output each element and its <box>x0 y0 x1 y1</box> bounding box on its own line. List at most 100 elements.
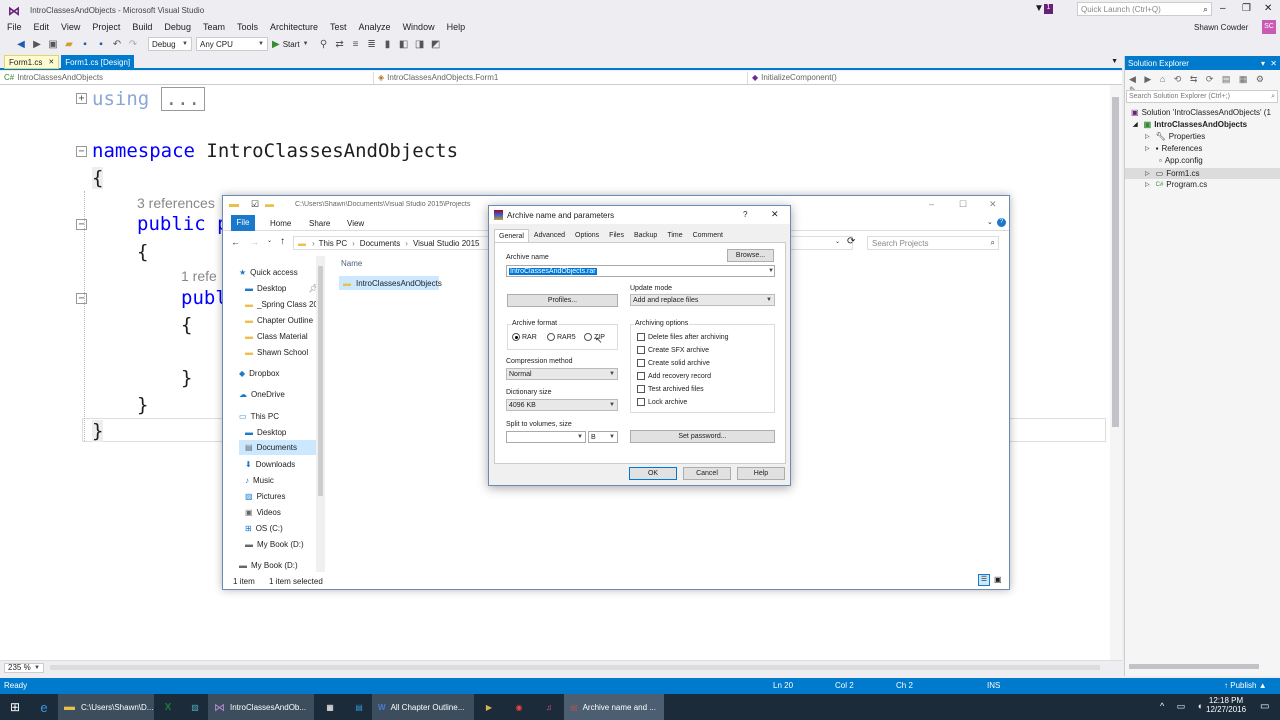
nav-class-material[interactable]: ▬ Class Material <box>245 332 308 341</box>
publish-button[interactable]: ↑ Publish ▲ <box>1224 681 1267 690</box>
expand-ribbon-icon[interactable]: ⌄ <box>987 218 993 226</box>
collapse-icon[interactable]: − <box>76 293 87 304</box>
menu-project[interactable]: Project <box>92 22 120 32</box>
tab-form1-design[interactable]: Form1.cs [Design] <box>61 55 135 69</box>
nav-videos[interactable]: ▣ Videos <box>245 508 281 517</box>
collapsed-arrow-icon[interactable]: ▷ <box>1145 133 1150 140</box>
help-button[interactable]: ? <box>743 210 747 219</box>
maximize-button[interactable]: ☐ <box>959 199 967 210</box>
uncomment-icon[interactable]: ≣ <box>365 37 379 51</box>
scrollbar-thumb[interactable] <box>318 266 323 496</box>
undo-icon[interactable]: ↶ <box>110 37 124 51</box>
start-button[interactable]: ▶ Start ▼ <box>272 39 309 50</box>
chevron-down-icon[interactable]: ⌄ <box>835 238 840 245</box>
chevron-down-icon[interactable]: ▼ <box>768 268 774 274</box>
nav-pictures[interactable]: ▨ Pictures <box>245 492 285 501</box>
scrollbar-thumb[interactable] <box>1112 97 1119 427</box>
option-recovery-record[interactable]: Add recovery record <box>637 372 711 380</box>
calculator-icon[interactable]: ▦ <box>314 694 346 720</box>
clear-bookmarks-icon[interactable]: ◩ <box>429 37 443 51</box>
compression-select[interactable]: Normal ▼ <box>506 368 618 380</box>
ribbon-tab-home[interactable]: Home <box>270 219 291 228</box>
nav-this-pc[interactable]: ▭ This PC <box>239 412 279 421</box>
nav-desktop[interactable]: ▬ Desktop 📌︎ <box>245 284 319 293</box>
nav-my-book-d[interactable]: ▬ My Book (D:) <box>245 540 304 549</box>
bookmark-icon[interactable]: ▮ <box>381 37 395 51</box>
help-icon[interactable]: ? <box>997 218 1006 227</box>
up-icon[interactable]: ↑ <box>280 236 285 247</box>
close-icon[interactable]: ✕ <box>1270 59 1277 68</box>
browser-link-icon[interactable]: ⇄ <box>333 37 347 51</box>
menu-help[interactable]: Help <box>447 22 466 32</box>
nav-shawn-school[interactable]: ▬ Shawn School <box>245 348 308 357</box>
paint-icon[interactable]: ▨ <box>182 694 208 720</box>
nav-chapter-outline[interactable]: ▬ Chapter Outline <box>245 316 313 325</box>
next-bookmark-icon[interactable]: ◧ <box>397 37 411 51</box>
tree-item-references[interactable]: ▷ ▪ References <box>1145 144 1202 153</box>
details-view-icon[interactable]: ☰ <box>978 574 990 586</box>
close-button[interactable]: ✕ <box>771 209 779 220</box>
ribbon-tab-file[interactable]: File <box>231 215 255 231</box>
archive-name-input[interactable]: IntroClassesAndObjects.rar ▼ <box>506 265 775 277</box>
large-icons-view-icon[interactable]: ▣ <box>994 575 1002 584</box>
column-header-name[interactable]: Name <box>341 259 362 268</box>
nav-downloads[interactable]: ⬇ Downloads <box>245 460 295 469</box>
menu-view[interactable]: View <box>61 22 80 32</box>
maximize-button[interactable]: ❐ <box>1242 3 1251 14</box>
chevron-down-icon[interactable]: ▼ <box>577 434 585 440</box>
start-button[interactable]: ⊞ <box>0 694 30 720</box>
menu-tools[interactable]: Tools <box>237 22 258 32</box>
collapsed-arrow-icon[interactable]: ▷ <box>1145 181 1150 188</box>
explorer-search[interactable]: Search Projects ⌕ <box>867 236 999 250</box>
platform-select[interactable]: Any CPU ▼ <box>196 37 268 51</box>
ribbon-tab-share[interactable]: Share <box>309 219 330 228</box>
tab-comment[interactable]: Comment <box>688 229 728 242</box>
tab-time[interactable]: Time <box>662 229 687 242</box>
tab-form1-cs[interactable]: Form1.cs ✕ <box>4 55 60 69</box>
split-unit-select[interactable]: B ▼ <box>588 431 618 443</box>
zoom-select[interactable]: 235 % ▼ <box>4 662 44 673</box>
cancel-button[interactable]: Cancel <box>683 467 731 480</box>
menu-build[interactable]: Build <box>132 22 152 32</box>
nav-pc-desktop[interactable]: ▬ Desktop <box>245 428 286 437</box>
project-nav-combo[interactable]: C# IntroClassesAndObjects <box>0 71 374 84</box>
menu-team[interactable]: Team <box>203 22 225 32</box>
filter-icon[interactable]: ▼ <box>1034 3 1044 14</box>
option-delete-files[interactable]: Delete files after archiving <box>637 333 729 341</box>
recent-icon[interactable]: ⌄ <box>267 237 272 244</box>
expanded-icon[interactable]: ◢ <box>1133 121 1138 128</box>
collapsed-region[interactable]: ... <box>160 87 205 111</box>
tab-general[interactable]: General <box>494 229 529 242</box>
browse-button[interactable]: Browse... <box>727 249 774 262</box>
breadcrumb-vs2015[interactable]: Visual Studio 2015 <box>413 239 480 248</box>
edge-icon[interactable]: e <box>30 694 58 720</box>
split-size-input[interactable]: ▼ <box>506 431 586 443</box>
tree-item-app-config[interactable]: ▫ App.config <box>1159 156 1203 165</box>
taskbar-word[interactable]: W All Chapter Outline... <box>372 694 474 720</box>
tree-item-solution[interactable]: ▣ Solution 'IntroClassesAndObjects' (1 <box>1131 108 1271 117</box>
ribbon-tab-view[interactable]: View <box>347 219 364 228</box>
option-create-sfx[interactable]: Create SFX archive <box>637 346 709 354</box>
profiles-button[interactable]: Profiles... <box>507 294 618 307</box>
collapse-icon[interactable]: − <box>76 146 87 157</box>
ok-button[interactable]: OK <box>629 467 677 480</box>
format-rar5-radio[interactable]: RAR5 <box>547 333 576 341</box>
expand-icon[interactable]: + <box>76 93 87 104</box>
find-icon[interactable]: ⚲ <box>317 37 331 51</box>
taskbar-explorer[interactable]: ▬ C:\Users\Shawn\D... <box>58 694 154 720</box>
chrome-icon[interactable]: ◉ <box>504 694 534 720</box>
forward-icon[interactable]: ▶ <box>30 37 44 51</box>
nav-scrollbar[interactable] <box>316 256 325 572</box>
nav-os-c[interactable]: ⊞ OS (C:) <box>245 524 283 533</box>
tab-options[interactable]: Options <box>570 229 604 242</box>
tree-item-form1[interactable]: ▷ ▭ Form1.cs <box>1125 168 1280 179</box>
user-avatar[interactable]: SC <box>1262 20 1276 34</box>
nav-my-book-d-2[interactable]: ▬ My Book (D:) <box>239 561 298 570</box>
horizontal-scrollbar[interactable] <box>50 665 1100 670</box>
quick-launch-input[interactable]: Quick Launch (Ctrl+Q) ⌕ <box>1077 2 1212 16</box>
close-icon[interactable]: ✕ <box>48 58 54 66</box>
nav-documents[interactable]: ▤ Documents <box>239 440 319 455</box>
minimize-button[interactable]: – <box>1220 3 1226 14</box>
taskbar-winrar[interactable]: ▤ Archive name and ... <box>564 694 664 720</box>
dictionary-select[interactable]: 4096 KB ▼ <box>506 399 618 411</box>
